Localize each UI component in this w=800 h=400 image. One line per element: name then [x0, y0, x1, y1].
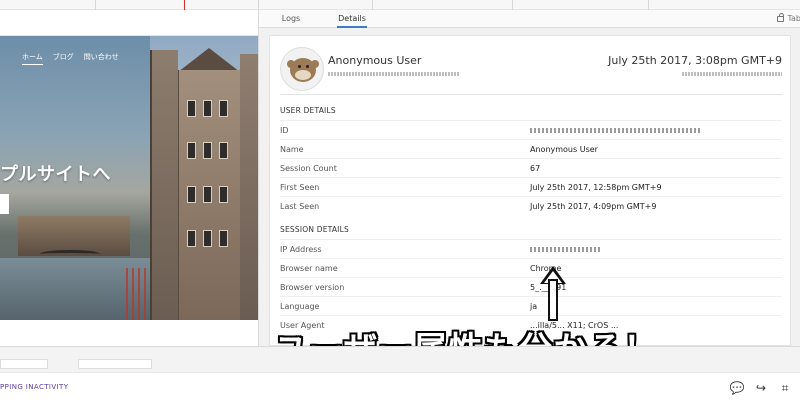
detail-row-ip: IP Address [280, 239, 782, 258]
building-window [203, 230, 212, 247]
detail-label: Browser version [280, 282, 345, 292]
detail-value-masked [530, 246, 600, 252]
user-details-title: USER DETAILS [280, 106, 336, 115]
detail-row-name: Name Anonymous User [280, 139, 782, 158]
session-meta-masked [682, 72, 782, 76]
details-panel: Logs Details Tab Anonymous User July 25t… [258, 10, 800, 346]
hero-button[interactable] [0, 194, 9, 214]
building-window [219, 142, 228, 159]
detail-row-session-count: Session Count 67 [280, 158, 782, 177]
building-window [219, 100, 228, 117]
playback-timeline[interactable] [0, 346, 800, 372]
detail-label: First Seen [280, 182, 320, 192]
building-window [203, 186, 212, 203]
top-timeline[interactable] [0, 0, 800, 10]
site-nav: ホーム ブログ 問い合わせ [22, 52, 119, 65]
site-nav-blog[interactable]: ブログ [53, 52, 74, 65]
preview-building [150, 50, 178, 320]
preview-building [240, 54, 258, 320]
preview-top-bar [0, 10, 258, 36]
preview-fence [126, 268, 150, 320]
tab-pin[interactable]: Tab [777, 10, 800, 28]
site-nav-contact[interactable]: 問い合わせ [84, 52, 119, 65]
detail-label: Browser name [280, 263, 338, 273]
timeline-segment [78, 359, 152, 369]
building-window [187, 186, 196, 203]
site-nav-home[interactable]: ホーム [22, 52, 43, 65]
detail-value: ja [530, 301, 538, 311]
detail-label: Session Count [280, 163, 337, 173]
timeline-tick [372, 0, 373, 10]
tab-details[interactable]: Details [337, 10, 367, 28]
detail-row-language: Language ja [280, 296, 782, 315]
avatar-eye [306, 65, 309, 68]
detail-value: July 25th 2017, 4:09pm GMT+9 [530, 201, 657, 211]
building-window [219, 230, 228, 247]
detail-label: Language [280, 301, 320, 311]
detail-row-browser-name: Browser name Chrome [280, 258, 782, 277]
detail-label: IP Address [280, 244, 322, 254]
lock-icon [777, 13, 785, 22]
detail-row-first-seen: First Seen July 25th 2017, 12:58pm GMT+9 [280, 177, 782, 196]
user-id-masked [328, 72, 460, 76]
crop-icon[interactable]: ⌗ [778, 381, 792, 395]
hero-heading: プルサイトへ [0, 164, 111, 185]
session-time: July 25th 2017, 3:08pm GMT+9 [608, 54, 782, 67]
preview-building [178, 70, 240, 320]
detail-label: Name [280, 144, 304, 154]
detail-value: Anonymous User [530, 144, 598, 154]
session-details-title: SESSION DETAILS [280, 225, 349, 234]
detail-value: July 25th 2017, 12:58pm GMT+9 [530, 182, 662, 192]
timeline-tick [512, 0, 513, 10]
comments-icon[interactable]: 💬 [730, 381, 745, 395]
timeline-tick [95, 0, 96, 10]
timeline-segment [0, 359, 48, 369]
detail-label: ID [280, 125, 289, 135]
preview-bottom-bar [0, 320, 258, 346]
detail-label: Last Seen [280, 201, 320, 211]
detail-value-masked [530, 127, 700, 133]
status-bar: PPING INACTIVITY 💬 ↪ ⌗ [0, 372, 800, 400]
avatar [280, 47, 324, 91]
detail-value: 67 [530, 163, 541, 173]
timeline-tick [258, 0, 259, 10]
annotation-arrow [550, 281, 556, 319]
building-window [203, 100, 212, 117]
avatar-eye [298, 65, 301, 68]
panel-tabs: Logs Details Tab [259, 10, 800, 28]
header-divider [280, 94, 782, 95]
preview-bridge [40, 250, 100, 258]
detail-row-browser-version: Browser version 5_.___.91 [280, 277, 782, 296]
detail-row-last-seen: Last Seen July 25th 2017, 4:09pm GMT+9 [280, 196, 782, 215]
details-card: Anonymous User July 25th 2017, 3:08pm GM… [269, 35, 791, 346]
building-window [203, 142, 212, 159]
detail-row-id: ID [280, 120, 782, 139]
avatar-muzzle [295, 70, 311, 80]
timeline-tick [648, 0, 649, 10]
building-window [187, 230, 196, 247]
user-name: Anonymous User [328, 54, 422, 67]
share-icon[interactable]: ↪ [754, 381, 768, 395]
timeline-current-marker [184, 0, 185, 10]
status-actions: 💬 ↪ ⌗ [730, 381, 792, 396]
skip-inactivity-toggle[interactable]: PPING INACTIVITY [0, 383, 68, 391]
building-window [187, 100, 196, 117]
building-window [187, 142, 196, 159]
tab-pin-label: Tab [787, 14, 800, 23]
preview-roof [178, 48, 240, 72]
session-preview[interactable]: ホーム ブログ 問い合わせ プルサイトへ [0, 10, 258, 346]
building-window [219, 186, 228, 203]
tab-logs[interactable]: Logs [279, 10, 303, 28]
